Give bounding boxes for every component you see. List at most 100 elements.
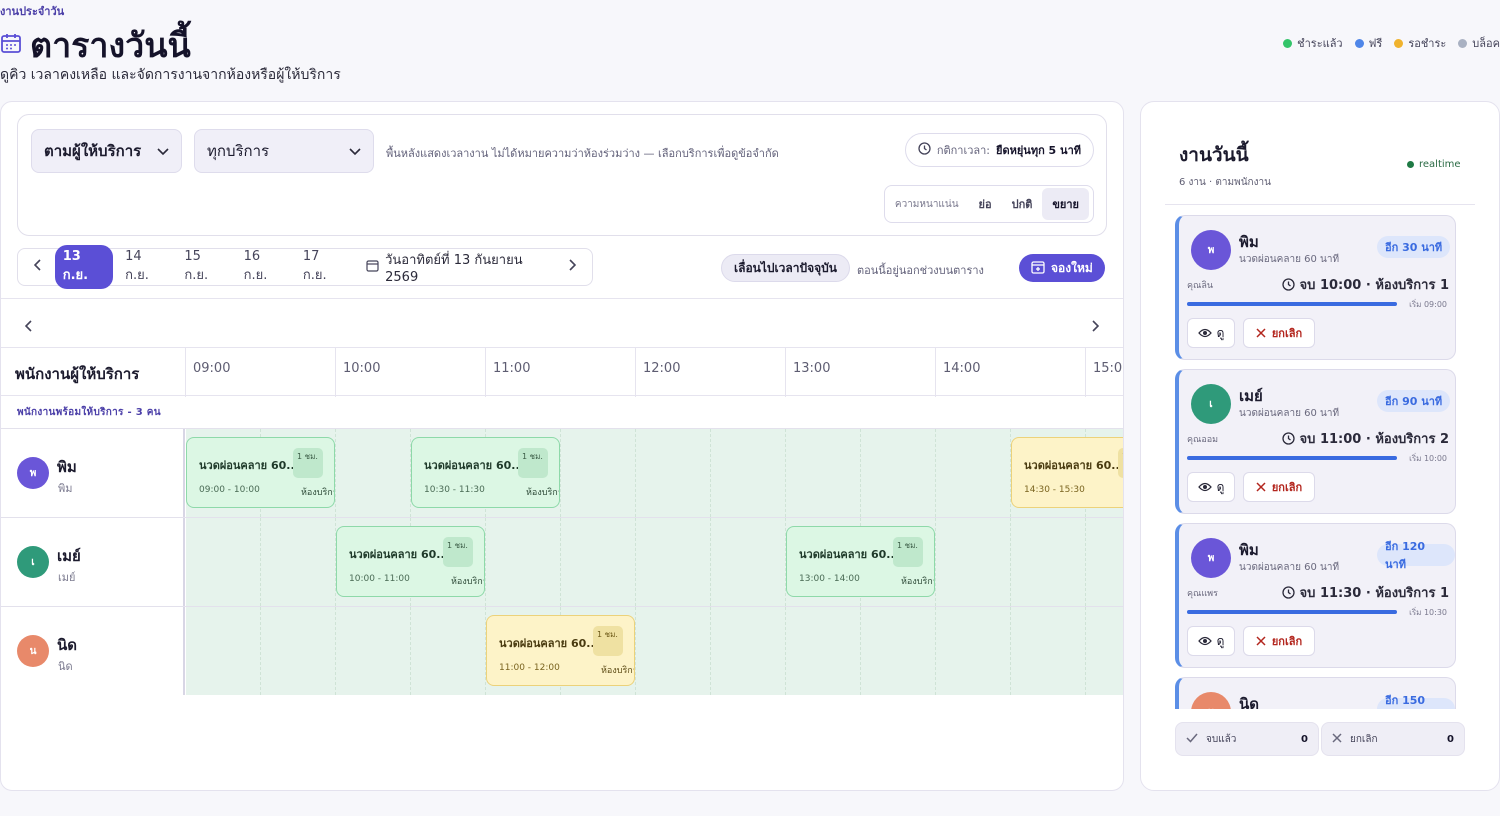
legend-item: รอชำระ xyxy=(1394,34,1446,52)
close-icon xyxy=(1256,328,1266,338)
timeline-track[interactable]: นวดผ่อนคลาย 60... 1 ชม. 11:00 - 12:00 ห้องบ… xyxy=(186,607,1123,695)
half-hour-line xyxy=(335,607,336,695)
schedule-panel: ตามผู้ให้บริการ ทุกบริการ พื้นหลังแสดงเว… xyxy=(0,101,1124,791)
time-remaining-badge: อีก 150 นาที xyxy=(1377,694,1455,709)
job-customer: คุณแพร xyxy=(1187,589,1218,599)
view-label: ดู xyxy=(1216,633,1225,648)
half-hour-line xyxy=(935,518,936,606)
hour-label: 13:00 xyxy=(793,361,831,376)
job-card[interactable]: พ พิม นวดผ่อนคลาย 60 นาที อีก 120 นาที คุณแพ… xyxy=(1175,523,1456,668)
booking-room: ห้องบริการ 1 xyxy=(526,488,559,498)
view-mode-select[interactable]: ตามผู้ให้บริการ xyxy=(31,129,182,173)
booking-block[interactable]: นวดผ่อนคลาย 60...1 ชม.14:30 - 15:30ห้องบ… xyxy=(1011,437,1123,508)
job-end-text: จบ 10:00 · ห้องบริการ 1 xyxy=(1299,278,1449,293)
view-label: ดู xyxy=(1216,479,1225,494)
scroll-left-icon[interactable] xyxy=(24,317,33,336)
progress-bar xyxy=(1187,456,1397,460)
job-card[interactable]: พ พิม นวดผ่อนคลาย 60 นาที อีก 30 นาที คุณลิน… xyxy=(1175,215,1456,360)
date-chip[interactable]: 15 ก.ย. xyxy=(176,245,231,289)
density-compact[interactable]: ย่อ xyxy=(969,188,1002,220)
booking-block[interactable]: นวดผ่อนคลาย 60... 1 ชม. 13:00 - 14:00 ห้องบ… xyxy=(786,526,935,597)
full-date[interactable]: วันอาทิตย์ที่ 13 กันยายน 2569 xyxy=(366,249,537,285)
provider-cell[interactable]: นนิด นิด xyxy=(1,607,185,695)
density-label: ความหนาแน่น xyxy=(894,198,959,210)
stat-chip[interactable]: ยกเลิก 0 xyxy=(1321,722,1465,756)
duration-badge: 1 ชม. xyxy=(443,537,473,567)
clock-icon xyxy=(918,142,931,158)
chevron-right-icon[interactable] xyxy=(559,259,584,275)
provider-row: พพิม พิม นวดผ่อนคลาย 60... 1 ชม. 09:00 - 10:… xyxy=(1,428,1123,517)
provider-sub: พิม xyxy=(58,482,73,495)
hour-divider xyxy=(785,348,786,397)
booking-block[interactable]: นวดผ่อนคลาย 60... 1 ชม. 11:00 - 12:00 ห้องบ… xyxy=(486,615,635,686)
booking-time: 10:00 - 11:00 xyxy=(349,574,410,584)
date-chip[interactable]: 17 ก.ย. xyxy=(295,245,350,289)
timeline-track[interactable]: นวดผ่อนคลาย 60... 1 ชม. 10:00 - 11:00 ห้องบ… xyxy=(186,518,1123,606)
clock-icon xyxy=(1281,278,1295,291)
stat-left: จบแล้ว xyxy=(1186,732,1236,747)
time-rule-label: กติกาเวลา: xyxy=(936,144,991,157)
booking-block[interactable]: นวดผ่อนคลาย 60... 1 ชม. 09:00 - 10:00 ห้องบ… xyxy=(186,437,335,508)
job-card-list[interactable]: พพิม นวดผ่อนคลาย 60 นาที อีก 30 นาที คุณลิน… xyxy=(1175,215,1459,709)
legend-label: ฟรี xyxy=(1368,37,1383,50)
job-end-info: จบ 10:00 · ห้องบริการ 1 xyxy=(1281,274,1449,295)
date-chip[interactable]: 14 ก.ย. xyxy=(117,245,172,289)
hour-label: 09:00 xyxy=(193,361,231,376)
provider-cell[interactable]: พพิม พิม xyxy=(1,429,185,517)
half-hour-line xyxy=(710,518,711,606)
job-start-time: เริ่ม 10:00 xyxy=(1409,454,1447,463)
density-expanded[interactable]: ขยาย xyxy=(1042,188,1089,220)
booking-block[interactable]: นวดผ่อนคลาย 60... 1 ชม. 10:00 - 11:00 ห้องบ… xyxy=(336,526,485,597)
stat-left: ยกเลิก xyxy=(1332,732,1378,747)
service-select[interactable]: ทุกบริการ xyxy=(194,129,374,173)
x-icon xyxy=(1332,732,1342,746)
job-card[interactable]: นนิดนวดผ่อนคลาย 60 นาทีอีก 150 นาทีดูยกเ… xyxy=(1175,677,1456,709)
hour-label: 15:00 xyxy=(1093,361,1123,376)
job-start-time: เริ่ม 09:00 xyxy=(1409,300,1447,309)
filter-card: ตามผู้ให้บริการ ทุกบริการ พื้นหลังแสดงเว… xyxy=(17,114,1107,236)
provider-cell[interactable]: เเมย์ เมย์ xyxy=(1,518,185,606)
booking-time: 09:00 - 10:00 xyxy=(199,485,260,495)
booking-block[interactable]: นวดผ่อนคลาย 60... 1 ชม. 10:30 - 11:30 ห้องบ… xyxy=(411,437,560,508)
job-card[interactable]: เ เมย์ นวดผ่อนคลาย 60 นาที อีก 90 นาที คุณออ… xyxy=(1175,369,1456,514)
view-button[interactable]: ดู xyxy=(1187,318,1235,348)
half-hour-line xyxy=(485,518,486,606)
scroll-right-icon[interactable] xyxy=(1091,317,1100,336)
booking-room: ห้องบริการ 1 xyxy=(301,488,334,498)
background-hint: พื้นหลังแสดงเวลางาน ไม่ได้หมายความว่าห้อ… xyxy=(386,147,779,160)
half-hour-line xyxy=(560,518,561,606)
density-normal[interactable]: ปกติ xyxy=(1002,188,1043,220)
stat-chip[interactable]: จบแล้ว 0 xyxy=(1175,722,1319,756)
jump-to-now-button[interactable]: เลื่อนไปเวลาปัจจุบัน xyxy=(721,254,850,282)
provider-column-title: พนักงานผู้ให้บริการ xyxy=(15,365,140,383)
duration-badge: 1 ชม. xyxy=(518,448,548,478)
cancel-button[interactable]: ยกเลิก xyxy=(1243,318,1315,348)
available-staff-label: พนักงานพร้อมให้บริการ - 3 คน xyxy=(17,407,161,418)
chevron-left-icon[interactable] xyxy=(26,259,51,275)
half-hour-line xyxy=(785,607,786,695)
half-hour-line xyxy=(1010,607,1011,695)
date-chip[interactable]: 13 ก.ย. xyxy=(54,245,114,289)
job-customer: คุณลิน xyxy=(1187,281,1214,291)
clock-icon xyxy=(1281,432,1295,445)
cancel-label: ยกเลิก xyxy=(1271,635,1303,648)
view-button[interactable]: ดู xyxy=(1187,472,1235,502)
time-remaining-badge: อีก 90 นาที xyxy=(1377,390,1451,412)
provider-sub: เมย์ xyxy=(58,571,76,584)
time-rule-pill[interactable]: กติกาเวลา: ยืดหยุ่นทุก 5 นาที xyxy=(904,133,1094,167)
avatar: พ xyxy=(1191,230,1231,270)
date-chip[interactable]: 16 ก.ย. xyxy=(236,245,291,289)
view-button[interactable]: ดู xyxy=(1187,626,1235,656)
cancel-button[interactable]: ยกเลิก xyxy=(1243,472,1315,502)
cancel-button[interactable]: ยกเลิก xyxy=(1243,626,1315,656)
booking-room: ห้องบริการ 2 xyxy=(451,577,484,587)
stat-label: จบแล้ว xyxy=(1206,733,1237,745)
job-service: นวดผ่อนคลาย 60 นาที xyxy=(1239,562,1340,573)
half-hour-line xyxy=(260,607,261,695)
new-booking-button[interactable]: จองใหม่ xyxy=(1019,254,1105,282)
half-hour-line xyxy=(1010,518,1011,606)
booking-time: 13:00 - 14:00 xyxy=(799,574,860,584)
hour-label: 10:00 xyxy=(343,361,381,376)
timeline-track[interactable]: นวดผ่อนคลาย 60... 1 ชม. 09:00 - 10:00 ห้องบ… xyxy=(186,429,1123,517)
half-hour-line xyxy=(785,429,786,517)
